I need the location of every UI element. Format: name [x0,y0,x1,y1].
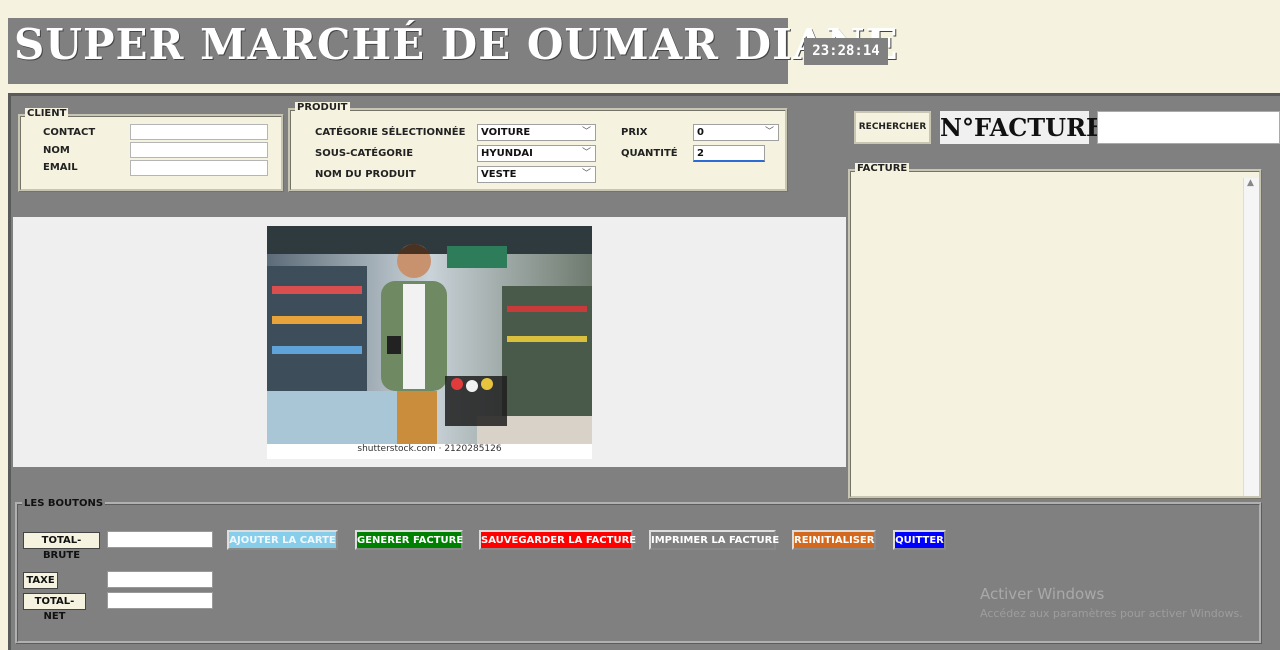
boutons-legend: LES BOUTONS [22,498,106,509]
nom-produit-select[interactable]: VESTE ﹀ [477,166,596,183]
supermarket-photo [267,226,592,459]
search-button[interactable]: RECHERCHER [854,111,931,144]
nom-label: NOM [43,145,70,156]
email-input[interactable] [130,160,268,176]
nom-produit-value: VESTE [481,169,517,180]
email-label: EMAIL [43,162,78,173]
chevron-down-icon: ﹀ [581,169,591,179]
chevron-down-icon: ﹀ [764,127,774,137]
activation-watermark-title: Activer Windows [980,585,1105,603]
taxe-label: TAXE [23,572,58,589]
total-brute-label: TOTAL-BRUTE [23,532,100,561]
nom-input[interactable] [130,142,268,158]
shopper-illustration [267,226,592,444]
total-net-input[interactable] [107,592,213,609]
sous-categorie-value: HYUNDAI [481,148,533,159]
sauvegarder-facture-button[interactable]: SAUVEGARDER LA FACTURE [479,530,636,550]
total-brute-input[interactable] [107,531,213,548]
app-title: SUPER MARCHÉ DE OUMAR DIANE [14,20,899,69]
facture-number-input[interactable] [1097,111,1280,144]
nom-produit-label: NOM DU PRODUIT [315,169,416,180]
total-net-label: TOTAL-NET [23,593,86,622]
scroll-up-icon[interactable]: ▲ [1247,178,1254,188]
prix-label: PRIX [621,127,648,138]
imprimer-facture-button[interactable]: IMPRIMER LA FACTURE [649,530,779,550]
reinitialiser-button[interactable]: REINITIALISER [792,530,876,550]
prix-value: 0 [697,127,704,138]
facture-legend: FACTURE [855,163,910,174]
ajouter-carte-button[interactable]: AJOUTER LA CARTE [227,530,338,550]
taxe-input[interactable] [107,571,213,588]
quantite-input[interactable]: 2 [693,145,765,162]
categorie-select[interactable]: VOITURE ﹀ [477,124,596,141]
contact-label: CONTACT [43,127,96,138]
sous-categorie-label: SOUS-CATÉGORIE [315,148,414,159]
image-caption: shutterstock.com · 2120285126 [357,444,502,454]
categorie-label: CATÉGORIE SÉLECTIONNÉE [315,127,466,138]
quantite-label: QUANTITÉ [621,148,678,159]
chevron-down-icon: ﹀ [581,127,591,137]
categorie-value: VOITURE [481,127,531,138]
contact-input[interactable] [130,124,268,140]
generer-facture-button[interactable]: GENERER FACTURE [355,530,463,550]
clock-display: 23:28:14 [804,38,888,65]
facture-number-label: N°FACTURE [940,111,1105,144]
facture-textarea[interactable] [853,178,1243,496]
prix-select[interactable]: 0 ﹀ [693,124,779,141]
activation-watermark-text: Accédez aux paramètres pour activer Wind… [980,607,1243,620]
quitter-button[interactable]: QUITTER [893,530,946,550]
produit-legend: PRODUIT [295,102,350,113]
client-legend: CLIENT [25,108,69,119]
chevron-down-icon: ﹀ [581,148,591,158]
facture-scrollbar[interactable]: ▲ [1243,178,1259,496]
sous-categorie-select[interactable]: HYUNDAI ﹀ [477,145,596,162]
